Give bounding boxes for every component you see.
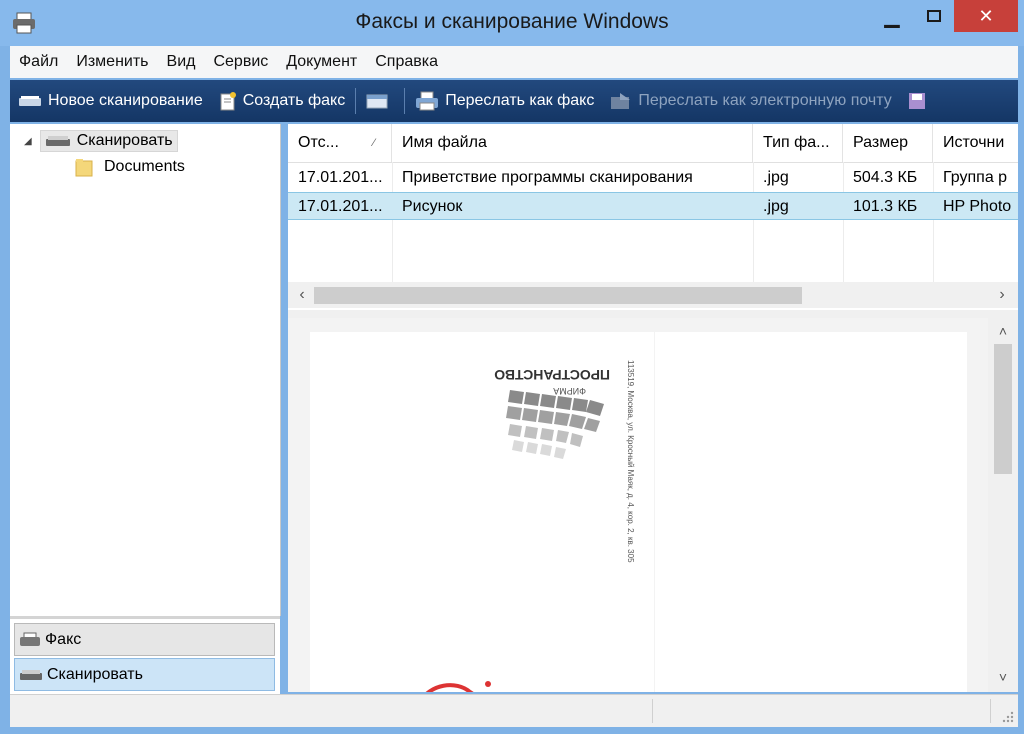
main-window: Факсы и сканирование Windows ▁ ✕ Файл Из…	[0, 0, 1024, 734]
minimize-button[interactable]: ▁	[870, 0, 914, 32]
save-button[interactable]	[900, 80, 940, 122]
maximize-icon	[927, 10, 941, 22]
save-disk-icon	[908, 93, 925, 109]
sort-indicator-icon: ⁄	[373, 137, 375, 149]
menu-bar: Файл Изменить Вид Сервис Документ Справк…	[10, 46, 1018, 78]
scroll-right-icon[interactable]: ›	[992, 284, 1012, 306]
cell-filename: Приветствие программы сканирования	[402, 169, 693, 186]
title-bar[interactable]: Факсы и сканирование Windows ▁ ✕	[0, 0, 1024, 46]
cell-size: 101.3 КБ	[853, 198, 918, 215]
scanner-icon	[20, 669, 42, 680]
file-list: Отс... ⁄ Имя файла Тип фа... Размер Исто…	[288, 124, 1018, 310]
cell-size: 504.3 КБ	[853, 169, 918, 186]
status-bar	[10, 694, 1018, 727]
new-fax-label: Создать факс	[242, 92, 346, 109]
status-separator	[652, 699, 653, 723]
tree-item-scan-label: Сканировать	[76, 132, 173, 149]
menu-tools[interactable]: Сервис	[204, 53, 277, 71]
fax-icon	[20, 632, 40, 646]
list-header: Отс... ⁄ Имя файла Тип фа... Размер Исто…	[288, 124, 1018, 163]
column-header-size[interactable]: Размер	[843, 124, 933, 162]
new-fax-icon	[220, 92, 236, 111]
forward-as-email-button[interactable]: Переслать как электронную почту	[602, 80, 899, 122]
cell-type: .jpg	[763, 169, 789, 186]
column-header-source[interactable]: Источни	[933, 124, 1018, 162]
new-scan-button[interactable]: Новое сканирование	[10, 80, 211, 122]
horizontal-scrollbar[interactable]: ‹ ›	[288, 282, 1018, 308]
company-heading: ПРОСТРАНСТВО	[494, 367, 610, 383]
menu-view[interactable]: Вид	[158, 53, 205, 71]
horizontal-scroll-thumb[interactable]	[314, 287, 802, 304]
red-logo-mark	[425, 683, 474, 692]
scanner-icon	[45, 136, 70, 146]
new-scan-label: Новое сканирование	[48, 92, 203, 109]
new-fax-button[interactable]: Создать факс	[211, 80, 354, 122]
column-source-label: Источни	[943, 134, 1005, 151]
cell-date: 17.01.201...	[298, 198, 383, 215]
nav-scan-button[interactable]: Сканировать	[14, 658, 275, 691]
column-header-date[interactable]: Отс... ⁄	[288, 124, 392, 162]
menu-file[interactable]: Файл	[10, 53, 67, 71]
column-size-label: Размер	[853, 134, 908, 151]
table-row[interactable]: 17.01.201... Приветствие программы скани…	[288, 164, 1018, 192]
forward-as-fax-button[interactable]: Переслать как факс	[407, 80, 602, 122]
pane-splitter[interactable]	[288, 310, 1018, 318]
letterhead-image: ПРОСТРАНСТВО ФИРМА 113519, Москва, ул. К…	[425, 360, 635, 692]
nav-fax-button[interactable]: Факс	[14, 623, 275, 656]
maximize-button[interactable]	[914, 0, 954, 32]
cell-filename: Рисунок	[402, 198, 463, 215]
resize-grip-icon[interactable]	[1002, 711, 1014, 723]
preview-page-left: ПРОСТРАНСТВО ФИРМА 113519, Москва, ул. К…	[310, 332, 654, 692]
menu-help[interactable]: Справка	[366, 53, 447, 71]
red-dot-mark	[485, 681, 491, 687]
nav-scan-label: Сканировать	[47, 665, 143, 683]
grid-logo-icon	[506, 390, 604, 459]
cell-date: 17.01.201...	[298, 169, 383, 186]
toolbar: Новое сканирование Создать факс Переслат…	[10, 80, 1018, 122]
table-row-selected[interactable]: 17.01.201... Рисунок .jpg 101.3 КБ HP Ph…	[288, 192, 1018, 220]
tree-item-documents[interactable]: Documents	[74, 157, 185, 177]
contacts-card-icon	[366, 94, 388, 109]
toolbar-separator	[355, 88, 357, 114]
cell-source: Группа р	[943, 169, 1008, 186]
column-header-type[interactable]: Тип фа...	[753, 124, 843, 162]
tree-item-documents-label: Documents	[104, 158, 185, 175]
vertical-scrollbar[interactable]: ˄ ˅	[988, 318, 1018, 692]
column-header-filename[interactable]: Имя файла	[392, 124, 753, 162]
cell-type: .jpg	[763, 198, 789, 215]
scroll-left-icon[interactable]: ‹	[292, 284, 312, 306]
address-line: 113519, Москва, ул. Кросный Маяк, д. 4, …	[626, 360, 635, 563]
toolbar-separator	[404, 88, 406, 114]
forward-as-email-label: Переслать как электронную почту	[638, 92, 892, 109]
collapse-arrow-icon[interactable]: ◢	[24, 136, 32, 147]
preview-page-right	[655, 332, 967, 692]
folder-tree: ◢ Сканировать Documents	[10, 124, 281, 616]
scanner-icon	[19, 96, 41, 106]
vertical-scroll-thumb[interactable]	[994, 344, 1012, 474]
view-switcher: Факс Сканировать	[10, 616, 280, 695]
column-date-label: Отс...	[298, 134, 339, 151]
email-forward-icon	[611, 93, 631, 109]
menu-edit[interactable]: Изменить	[67, 53, 157, 71]
image-preview: ПРОСТРАНСТВО ФИРМА 113519, Москва, ул. К…	[288, 318, 988, 692]
contacts-button[interactable]	[358, 80, 402, 122]
menu-document[interactable]: Документ	[277, 53, 366, 71]
forward-as-fax-label: Переслать как факс	[445, 92, 595, 109]
close-button[interactable]: ✕	[954, 0, 1018, 32]
scroll-up-icon[interactable]: ˄	[988, 320, 1018, 342]
fax-machine-icon	[416, 91, 439, 111]
column-type-label: Тип фа...	[763, 134, 830, 151]
status-separator	[990, 699, 991, 723]
cell-source: HP Photo	[943, 198, 1012, 215]
scroll-down-icon[interactable]: ˅	[988, 666, 1018, 688]
company-subheading: ФИРМА	[553, 386, 586, 396]
column-filename-label: Имя файла	[402, 134, 487, 151]
folder-icon	[75, 159, 93, 177]
nav-fax-label: Факс	[45, 630, 82, 648]
tree-item-scan[interactable]: ◢ Сканировать	[24, 130, 178, 152]
